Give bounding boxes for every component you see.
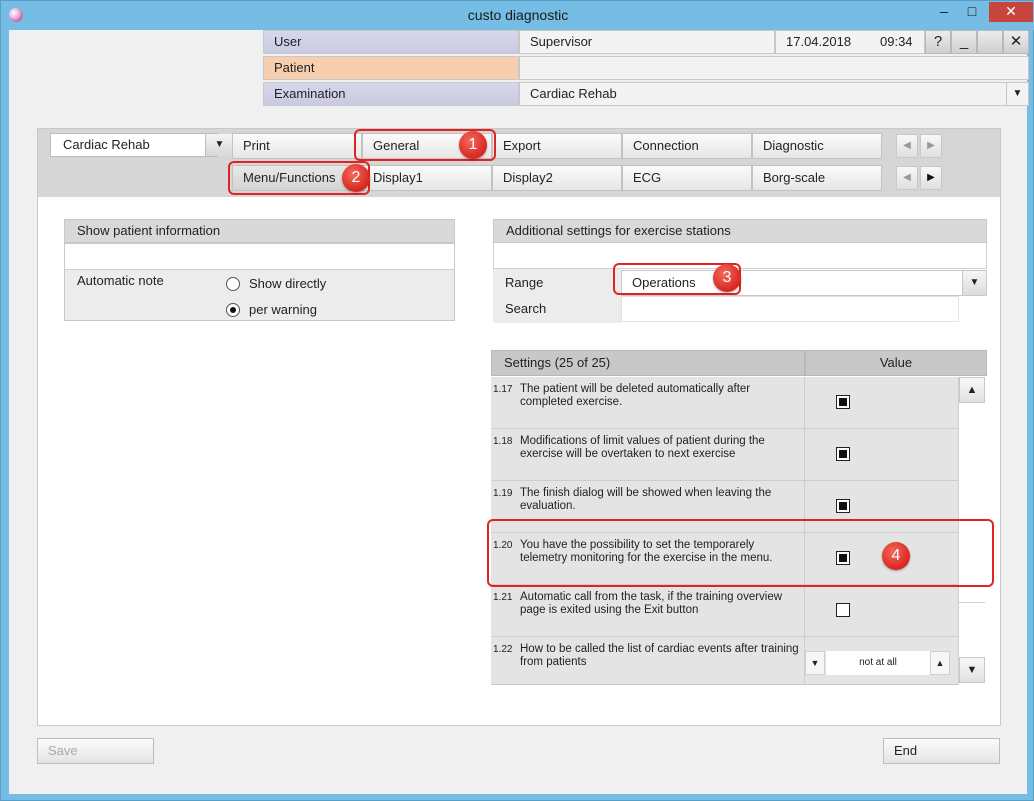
setting-row[interactable]: 1.22 How to be called the list of cardiac… (491, 637, 958, 685)
callout-box-row-120 (487, 519, 994, 587)
search-label: Search (505, 301, 547, 316)
callout-number: 1 (459, 131, 487, 159)
setting-checkbox[interactable] (836, 499, 850, 513)
setting-row[interactable]: 1.21 Automatic call from the task, if the… (491, 585, 958, 637)
setting-row[interactable]: 1.18 Modifications of limit values of pat… (491, 429, 958, 481)
tab-display2[interactable]: Display2 (492, 165, 622, 191)
setting-text: How to be called the list of cardiac eve… (520, 643, 799, 668)
config-combo-value: Cardiac Rehab (63, 137, 150, 152)
patient-label[interactable]: Patient (263, 56, 519, 80)
tab-content: Show patient information Automatic note … (38, 197, 1000, 725)
examination-dropdown[interactable]: Cardiac Rehab ▼ (519, 82, 1029, 106)
user-label: User (263, 30, 519, 54)
settings-column-header[interactable]: Settings (25 of 25) (491, 350, 805, 376)
callout-number: 3 (713, 264, 741, 292)
callout-number: 4 (882, 542, 910, 570)
tab-area: Cardiac Rehab ▼ Print General Export Con… (38, 129, 1000, 197)
user-value: Supervisor (519, 30, 775, 54)
title-bar: custo diagnostic – □ ✕ (1, 1, 1034, 30)
automatic-note-label: Automatic note (77, 273, 164, 288)
setting-text: Automatic call from the task, if the tra… (520, 591, 783, 616)
setting-checkbox[interactable] (836, 447, 850, 461)
spin-up-icon[interactable]: ▲ (930, 651, 950, 675)
minimize-button[interactable]: – (931, 2, 957, 22)
close-button[interactable]: ✕ (989, 2, 1033, 22)
setting-number: 1.17 (493, 384, 513, 395)
tab-connection[interactable]: Connection (622, 133, 752, 159)
spin-down-icon[interactable]: ▼ (805, 651, 825, 675)
setting-number: 1.18 (493, 436, 513, 447)
chevron-down-icon[interactable]: ▼ (1006, 83, 1028, 105)
setting-number: 1.22 (493, 644, 513, 655)
date-time: 17.04.2018 09:34 (775, 30, 925, 54)
help-button[interactable]: ? (925, 30, 951, 54)
setting-text: The finish dialog will be showed when le… (520, 487, 772, 512)
tab-export[interactable]: Export (492, 133, 622, 159)
date-value: 17.04.2018 (786, 34, 852, 49)
range-label: Range (505, 275, 544, 290)
callout-number: 2 (342, 164, 370, 192)
search-input[interactable] (621, 296, 959, 322)
window-title: custo diagnostic (467, 7, 569, 23)
per-warning-label: per warning (249, 302, 317, 317)
exercise-settings-title: Additional settings for exercise station… (493, 219, 987, 243)
setting-checkbox[interactable] (836, 603, 850, 617)
setting-checkbox[interactable] (836, 395, 850, 409)
tab-borg-scale[interactable]: Borg-scale (752, 165, 882, 191)
setting-row[interactable]: 1.17 The patient will be deleted automati… (491, 377, 958, 429)
scroll-down-icon[interactable]: ▼ (959, 657, 985, 683)
save-button[interactable]: Save (37, 738, 154, 764)
setting-text: The patient will be deleted automaticall… (520, 383, 751, 408)
maximize-button[interactable]: □ (959, 2, 985, 22)
minimize-inner-button[interactable]: _ (951, 30, 977, 54)
end-button[interactable]: End (883, 738, 1000, 764)
tab-display1[interactable]: Display1 (362, 165, 492, 191)
tab-ecg[interactable]: ECG (622, 165, 752, 191)
config-combo[interactable]: Cardiac Rehab ▼ (50, 133, 233, 157)
time-value: 09:34 (880, 34, 913, 49)
blank-button[interactable] (977, 30, 1003, 54)
patient-value[interactable] (519, 56, 1029, 80)
setting-number: 1.21 (493, 592, 513, 603)
tabs-prev-icon[interactable]: ◀ (896, 166, 918, 190)
settings-panel: Cardiac Rehab ▼ Print General Export Con… (37, 128, 1001, 726)
radio-show-directly[interactable] (226, 277, 240, 291)
chevron-down-icon[interactable]: ▼ (962, 271, 986, 295)
examination-label: Examination (263, 82, 519, 106)
patient-info-box: Automatic note Show directly per warning (64, 243, 455, 321)
tabs-next-icon[interactable]: ▶ (920, 166, 942, 190)
patient-info-title: Show patient information (64, 219, 455, 243)
cardiac-events-value[interactable]: not at all (826, 651, 930, 675)
setting-number: 1.19 (493, 488, 513, 499)
show-directly-label: Show directly (249, 276, 327, 291)
radio-per-warning[interactable] (226, 303, 240, 317)
examination-value: Cardiac Rehab (530, 86, 617, 101)
setting-text: Modifications of limit values of patient… (520, 435, 765, 460)
client-area: User Supervisor 17.04.2018 09:34 ? _ ✕ P… (9, 30, 1029, 794)
value-column-header[interactable]: Value (805, 350, 987, 376)
tab-print[interactable]: Print (232, 133, 362, 159)
tab-diagnostic[interactable]: Diagnostic (752, 133, 882, 159)
chevron-down-icon[interactable]: ▼ (205, 134, 233, 156)
tabs-prev-icon[interactable]: ◀ (896, 134, 918, 158)
tabs-next-icon[interactable]: ▶ (920, 134, 942, 158)
close-inner-button[interactable]: ✕ (1003, 30, 1029, 54)
application-window: custo diagnostic – □ ✕ User Supervisor 1… (0, 0, 1034, 801)
scroll-up-icon[interactable]: ▲ (959, 377, 985, 403)
